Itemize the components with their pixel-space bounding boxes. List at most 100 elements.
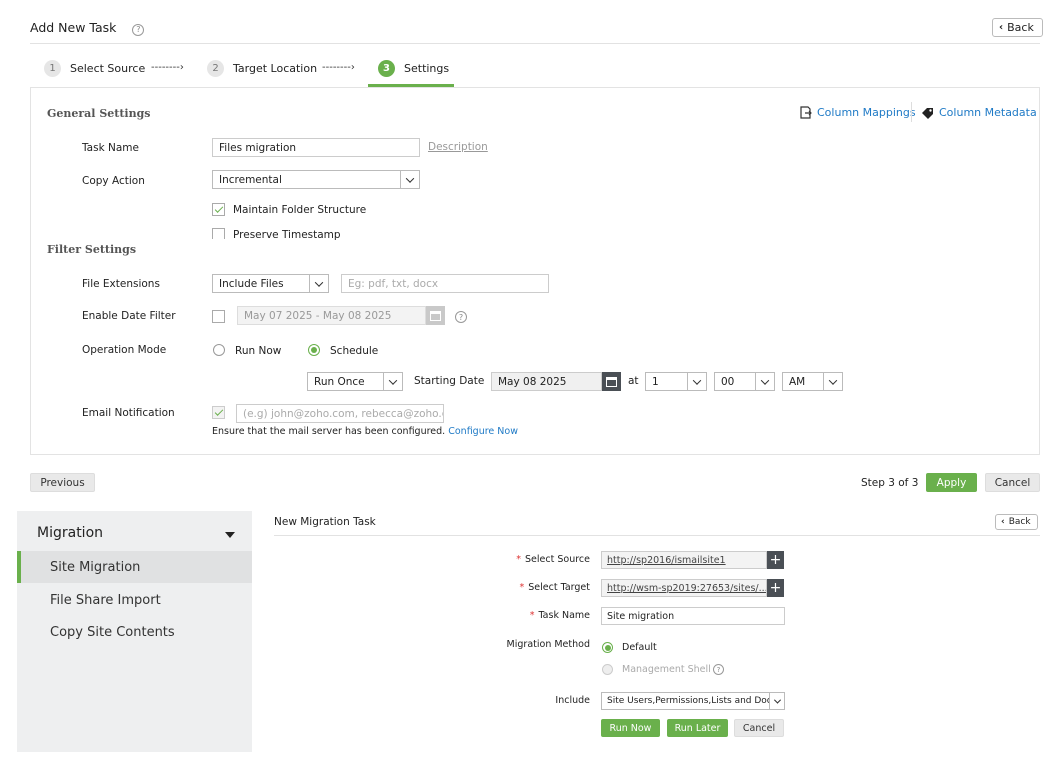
description-link[interactable]: Description (428, 141, 488, 153)
caret-down-icon[interactable] (225, 532, 235, 538)
back-button[interactable]: ‹ Back (992, 18, 1043, 37)
file-extensions-select[interactable]: Include Files (212, 274, 329, 293)
email-notification-label: Email Notification (82, 407, 175, 419)
help-icon[interactable]: ? (132, 23, 145, 36)
help-icon[interactable]: ? (713, 664, 724, 675)
link-divider (911, 102, 912, 122)
sidebar-item-copy-site-contents[interactable]: Copy Site Contents (17, 616, 252, 648)
step-label: Target Location (233, 62, 318, 75)
copy-action-select[interactable]: Incremental (212, 170, 420, 189)
operation-mode-label: Operation Mode (82, 344, 167, 356)
select-source-text: Select Source (525, 554, 590, 565)
settings-panel (30, 87, 1040, 455)
chevron-down-icon (687, 373, 706, 390)
column-mappings-label: Column Mappings (817, 106, 916, 119)
help-icon[interactable]: ? (455, 311, 467, 323)
sidebar-item-label: File Share Import (50, 592, 161, 608)
starting-date-input[interactable]: May 08 2025 (491, 372, 602, 391)
at-label: at (628, 375, 639, 387)
back-button-label: Back (1007, 21, 1034, 34)
step-target-location[interactable]: 2 Target Location (207, 60, 317, 77)
step-select-source[interactable]: 1 Select Source (44, 60, 145, 77)
schedule-radio[interactable] (308, 344, 320, 356)
preserve-timestamp-checkbox[interactable] (212, 228, 225, 239)
file-extensions-label: File Extensions (82, 278, 160, 290)
maintain-folder-label: Maintain Folder Structure (233, 204, 367, 216)
copy-action-label: Copy Action (82, 175, 145, 187)
sidebar-item-site-migration[interactable]: Site Migration (17, 551, 252, 583)
select-source-input[interactable]: http://sp2016/ismailsite1 (601, 551, 767, 569)
sidebar-item-file-share-import[interactable]: File Share Import (17, 584, 252, 616)
migration-sidebar: Migration Site Migration File Share Impo… (17, 511, 252, 752)
tag-icon (922, 107, 933, 119)
step-label: Settings (404, 62, 450, 75)
task-name-input[interactable]: Files migration (212, 138, 420, 157)
migration-cancel-button[interactable]: Cancel (734, 719, 784, 737)
migration-task-name-input[interactable]: Site migration (601, 607, 785, 625)
add-target-icon[interactable]: + (767, 579, 784, 597)
migration-divider (274, 535, 1040, 536)
select-target-label: * Select Target (470, 582, 590, 593)
run-now-radio[interactable] (213, 344, 225, 356)
email-note-text: Ensure that the mail server has been con… (212, 426, 446, 437)
migration-method-label: Migration Method (506, 639, 590, 650)
file-extensions-input[interactable]: Eg: pdf, txt, docx (341, 274, 549, 293)
maintain-folder-checkbox[interactable] (212, 203, 225, 216)
management-shell-radio[interactable] (602, 664, 613, 675)
calendar-icon[interactable] (426, 306, 445, 325)
chevron-left-icon: ‹ (999, 22, 1004, 33)
page-title-text: Add New Task (30, 20, 117, 35)
task-name-text: Task Name (538, 610, 590, 621)
date-filter-label: Enable Date Filter (82, 310, 176, 322)
include-value: Site Users,Permissions,Lists and Docu (607, 696, 769, 706)
general-settings-heading: General Settings (47, 107, 151, 120)
previous-button[interactable]: Previous (30, 473, 95, 492)
select-source-label: * Select Source (470, 554, 590, 565)
migration-back-button[interactable]: ‹ Back (995, 514, 1038, 530)
step-arrow-icon: --------› (151, 62, 184, 73)
ampm-value: AM (789, 375, 806, 388)
minute-value: 00 (721, 375, 735, 388)
include-label: Include (555, 695, 590, 706)
migration-task-name-label: * Task Name (470, 610, 590, 621)
preserve-timestamp-label: Preserve Timestamp (233, 229, 341, 240)
hour-select[interactable]: 1 (645, 372, 707, 391)
chevron-left-icon: ‹ (1001, 517, 1005, 527)
column-mappings-link[interactable]: Column Mappings (800, 106, 916, 119)
filter-settings-heading: Filter Settings (47, 243, 137, 256)
run-later-button[interactable]: Run Later (667, 719, 728, 737)
ampm-select[interactable]: AM (782, 372, 843, 391)
sidebar-heading[interactable]: Migration (37, 525, 103, 541)
calendar-icon[interactable] (602, 372, 621, 391)
default-method-radio[interactable] (602, 642, 613, 653)
include-select[interactable]: Site Users,Permissions,Lists and Docu (601, 692, 785, 710)
default-method-label: Default (622, 642, 657, 653)
step-arrow-icon: --------› (322, 62, 355, 73)
select-target-input[interactable]: http://wsm-sp2019:27653/sites/... (601, 579, 767, 597)
apply-button[interactable]: Apply (926, 473, 977, 492)
step-settings[interactable]: 3 Settings (378, 60, 449, 77)
column-metadata-link[interactable]: Column Metadata (921, 106, 1037, 119)
task-name-label: Task Name (82, 142, 139, 154)
add-source-icon[interactable]: + (767, 551, 784, 569)
configure-now-link[interactable]: Configure Now (448, 426, 518, 437)
chevron-down-icon (309, 275, 328, 292)
step-number: 3 (378, 60, 395, 77)
required-mark: * (516, 554, 522, 565)
email-input[interactable]: (e.g) john@zoho.com, rebecca@zoho.co (236, 404, 444, 423)
file-extensions-value: Include Files (219, 277, 284, 290)
run-now-button[interactable]: Run Now (601, 719, 660, 737)
run-once-value: Run Once (314, 375, 365, 388)
date-range-input[interactable]: May 07 2025 - May 08 2025 (237, 306, 426, 325)
minute-select[interactable]: 00 (714, 372, 775, 391)
sidebar-item-label: Site Migration (50, 559, 141, 575)
run-once-select[interactable]: Run Once (307, 372, 403, 391)
required-mark: * (529, 610, 535, 621)
step-counter: Step 3 of 3 (861, 477, 919, 489)
sidebar-item-label: Copy Site Contents (50, 624, 175, 640)
date-filter-checkbox[interactable] (212, 310, 225, 323)
cancel-button[interactable]: Cancel (985, 473, 1040, 492)
chevron-down-icon (400, 171, 419, 188)
chevron-down-icon (755, 373, 774, 390)
email-notification-checkbox[interactable] (212, 406, 225, 419)
